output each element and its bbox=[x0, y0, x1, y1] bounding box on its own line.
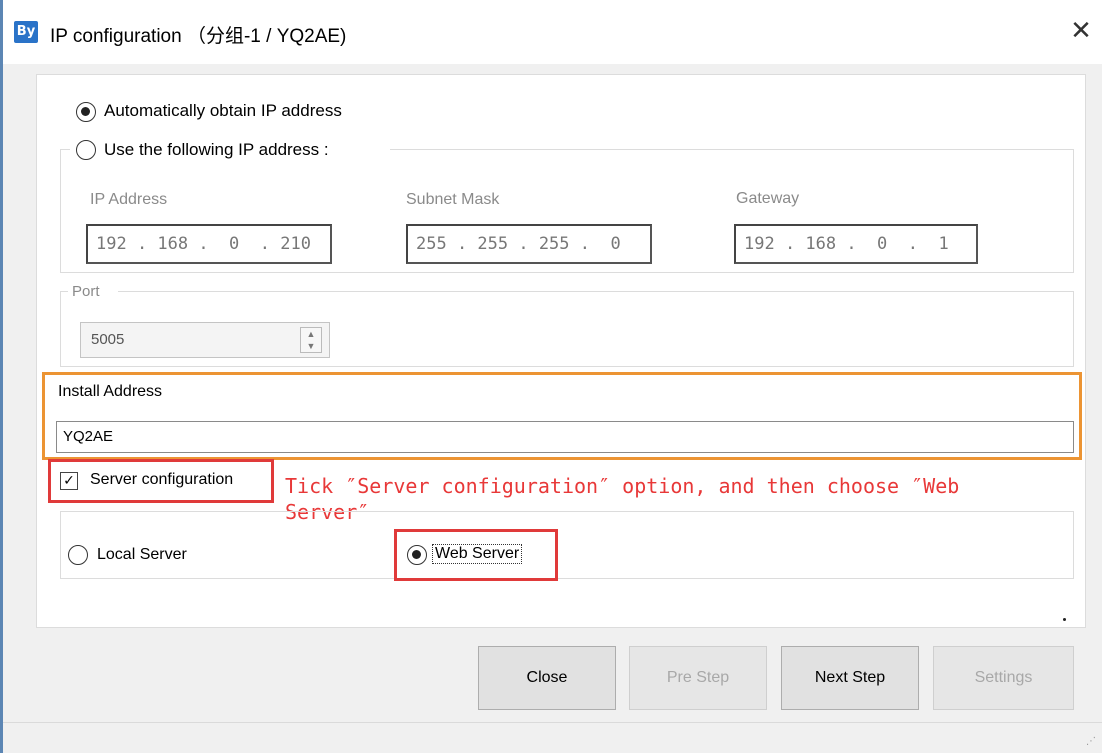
gateway-field[interactable]: 192 . 168 . 0 . 1 bbox=[734, 224, 978, 264]
port-stepper-arrows-icon[interactable]: ▲ ▼ bbox=[300, 327, 322, 353]
server-config-label[interactable]: Server configuration bbox=[90, 471, 233, 489]
server-config-checkbox[interactable]: ✓ bbox=[60, 472, 78, 490]
app-logo-icon: By bbox=[14, 21, 38, 43]
settings-button[interactable]: Settings bbox=[933, 646, 1074, 710]
install-address-input[interactable]: YQ2AE bbox=[56, 421, 1074, 453]
server-type-group bbox=[60, 511, 1074, 579]
next-step-button[interactable]: Next Step bbox=[781, 646, 919, 710]
subnet-mask-label: Subnet Mask bbox=[406, 191, 500, 208]
auto-ip-radio[interactable] bbox=[76, 102, 96, 122]
window-left-edge bbox=[0, 0, 3, 753]
port-label: Port bbox=[72, 283, 100, 300]
port-value: 5005 bbox=[91, 331, 125, 348]
subnet-mask-field[interactable]: 255 . 255 . 255 . 0 bbox=[406, 224, 652, 264]
dot-marker bbox=[1063, 618, 1066, 621]
auto-ip-label[interactable]: Automatically obtain IP address bbox=[104, 101, 342, 121]
pre-step-button[interactable]: Pre Step bbox=[629, 646, 767, 710]
status-bar bbox=[3, 722, 1102, 753]
install-address-label: Install Address bbox=[58, 383, 163, 400]
ip-address-label: IP Address bbox=[90, 191, 168, 208]
close-window-icon[interactable]: ✕ bbox=[1066, 16, 1096, 46]
manual-ip-label[interactable]: Use the following IP address : bbox=[104, 140, 329, 160]
web-server-label[interactable]: Web Server bbox=[432, 544, 523, 564]
web-server-radio[interactable] bbox=[407, 545, 427, 565]
port-spinner[interactable]: 5005 bbox=[80, 322, 330, 358]
window-title: IP configuration （分组-1 / YQ2AE) bbox=[50, 26, 347, 47]
close-button[interactable]: Close bbox=[478, 646, 616, 710]
instruction-annotation-line1: Tick ″Server configuration″ option, and … bbox=[285, 474, 960, 498]
ip-address-field[interactable]: 192 . 168 . 0 . 210 bbox=[86, 224, 332, 264]
manual-ip-radio[interactable] bbox=[76, 140, 96, 160]
local-server-label[interactable]: Local Server bbox=[97, 546, 187, 564]
gateway-label: Gateway bbox=[736, 190, 800, 207]
resize-grip-icon[interactable]: ⋰ bbox=[1086, 736, 1096, 747]
local-server-radio[interactable] bbox=[68, 545, 88, 565]
